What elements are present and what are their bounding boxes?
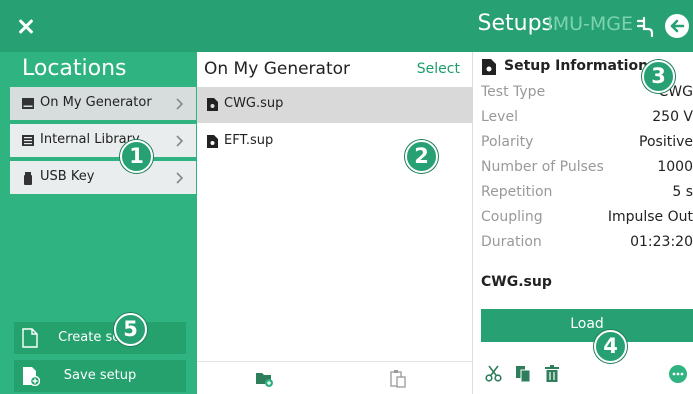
- copy-icon[interactable]: [515, 365, 531, 382]
- save-setup-button[interactable]: Save setup: [14, 360, 186, 392]
- info-value: 5 s: [672, 184, 693, 200]
- file-name: CWG.sup: [224, 96, 284, 111]
- close-icon[interactable]: [12, 12, 40, 40]
- locations-panel: Locations On My Generator Internal Libra…: [0, 52, 197, 394]
- file-icon: [207, 135, 218, 148]
- paste-icon[interactable]: [390, 369, 406, 388]
- chevron-right-icon: [176, 98, 184, 110]
- setup-info-panel: Setup Information Test Type CWG Level 25…: [473, 52, 693, 394]
- info-key: Coupling: [481, 209, 543, 225]
- locations-title: Locations: [22, 56, 127, 81]
- select-button[interactable]: Select: [417, 61, 460, 77]
- info-key: Level: [481, 109, 518, 125]
- trash-icon[interactable]: [545, 365, 559, 382]
- info-row-number-of-pulses: Number of Pulses 1000: [481, 159, 693, 183]
- info-value: 250 V: [652, 109, 693, 125]
- more-icon[interactable]: [669, 365, 687, 383]
- device-name: IMU-MGE: [547, 13, 633, 35]
- info-key: Polarity: [481, 134, 534, 150]
- location-label: USB Key: [40, 169, 95, 184]
- top-bar: Setups IMU-MGE: [0, 0, 693, 52]
- chevron-right-icon: [176, 135, 184, 147]
- callout-3: 3: [642, 60, 675, 93]
- info-value: Positive: [639, 134, 693, 150]
- info-key: Number of Pulses: [481, 159, 604, 175]
- callout-5: 5: [114, 313, 147, 346]
- location-internal-library[interactable]: Internal Library: [10, 124, 196, 157]
- page-title: Setups: [477, 11, 554, 36]
- location-usb-key[interactable]: USB Key: [10, 161, 196, 194]
- files-title: On My Generator: [204, 59, 351, 79]
- usb-icon: [24, 172, 32, 185]
- chevron-right-icon: [176, 172, 184, 184]
- info-row-coupling: Coupling Impulse Out: [481, 209, 693, 233]
- back-arrow-icon: [670, 19, 685, 33]
- files-toolbar: [197, 361, 473, 394]
- load-button[interactable]: Load: [481, 309, 693, 342]
- create-setup-button[interactable]: Create setup: [14, 322, 186, 354]
- save-setup-label: Save setup: [63, 368, 137, 383]
- info-row-repetition: Repetition 5 s: [481, 184, 693, 208]
- drive-icon: [22, 98, 34, 109]
- selected-file-name: CWG.sup: [481, 274, 552, 290]
- plug-icon[interactable]: [635, 15, 655, 37]
- callout-2: 2: [405, 140, 438, 173]
- new-folder-icon[interactable]: [255, 370, 275, 387]
- info-key: Duration: [481, 234, 542, 250]
- info-key: Test Type: [481, 84, 546, 100]
- info-value: Impulse Out: [607, 209, 693, 225]
- create-setup-label: Create setup: [58, 330, 142, 345]
- info-row-level: Level 250 V: [481, 109, 693, 133]
- library-icon: [22, 135, 34, 146]
- location-on-my-generator[interactable]: On My Generator: [10, 87, 196, 120]
- callout-4: 4: [594, 330, 627, 363]
- callout-1: 1: [120, 140, 153, 173]
- file-icon: [482, 59, 496, 75]
- files-panel: On My Generator Select CWG.sup EFT.sup: [197, 52, 473, 394]
- back-button[interactable]: [665, 14, 689, 38]
- setup-info-title: Setup Information: [504, 58, 649, 74]
- file-name: EFT.sup: [224, 133, 274, 148]
- info-value: 1000: [657, 159, 693, 175]
- info-value: 01:23:20: [630, 234, 693, 250]
- info-row-duration: Duration 01:23:20: [481, 234, 693, 258]
- location-label: On My Generator: [40, 95, 152, 110]
- info-key: Repetition: [481, 184, 553, 200]
- info-row-polarity: Polarity Positive: [481, 134, 693, 158]
- file-icon: [207, 98, 218, 111]
- file-item-cwg[interactable]: CWG.sup: [197, 87, 473, 123]
- scissors-icon[interactable]: [485, 365, 502, 382]
